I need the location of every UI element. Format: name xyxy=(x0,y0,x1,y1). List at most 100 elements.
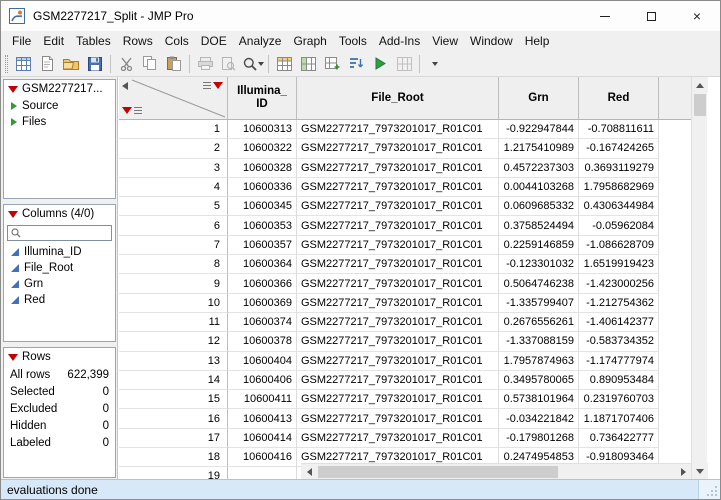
new-data-table-button[interactable] xyxy=(11,53,35,75)
rows-stat-excluded[interactable]: Excluded 0 xyxy=(4,400,115,417)
cell-illumina-id[interactable]: 10600366 xyxy=(228,274,297,293)
row-number-cell[interactable]: 13 xyxy=(119,352,228,371)
column-item-file-root[interactable]: File_Root xyxy=(4,260,115,276)
cell-illumina-id[interactable]: 10600378 xyxy=(228,332,297,351)
cell-illumina-id[interactable]: 10600364 xyxy=(228,255,297,274)
cell-illumina-id[interactable]: 10600313 xyxy=(228,120,297,139)
cell-file-root[interactable]: GSM2277217_7973201017_R01C01 xyxy=(297,236,499,255)
rows-stat-labeled[interactable]: Labeled 0 xyxy=(4,434,115,451)
cell-grn[interactable]: -0.034221842 xyxy=(499,409,579,428)
row-number-cell[interactable]: 11 xyxy=(119,313,228,332)
scroll-right-button[interactable] xyxy=(675,464,691,480)
cell-file-root[interactable]: GSM2277217_7973201017_R01C01 xyxy=(297,120,499,139)
cell-grn[interactable]: 1.7957874963 xyxy=(499,352,579,371)
cell-red[interactable]: 1.1871707406 xyxy=(579,409,659,428)
cell-illumina-id[interactable]: 10600406 xyxy=(228,371,297,390)
cell-file-root[interactable]: GSM2277217_7973201017_R01C01 xyxy=(297,216,499,235)
close-button[interactable]: × xyxy=(674,1,720,31)
cell-red[interactable]: 0.736422777 xyxy=(579,429,659,448)
column-item-grn[interactable]: Grn xyxy=(4,276,115,292)
save-button[interactable] xyxy=(83,53,107,75)
column-header-red[interactable]: Red xyxy=(579,77,659,119)
cell-grn[interactable]: 0.3758524494 xyxy=(499,216,579,235)
vertical-scrollbar[interactable] xyxy=(691,77,707,479)
cell-red[interactable]: -1.174777974 xyxy=(579,352,659,371)
summary-table-button[interactable] xyxy=(272,53,296,75)
columns-menu-button[interactable] xyxy=(203,82,223,89)
menu-cols[interactable]: Cols xyxy=(159,32,195,50)
rows-stat-hidden[interactable]: Hidden 0 xyxy=(4,417,115,434)
horizontal-scroll-thumb[interactable] xyxy=(318,466,558,478)
horizontal-scrollbar[interactable] xyxy=(301,463,691,479)
minimize-button[interactable] xyxy=(582,1,628,31)
row-number-cell[interactable]: 1 xyxy=(119,120,228,139)
cell-grn[interactable]: 0.5738101964 xyxy=(499,390,579,409)
menu-addins[interactable]: Add-Ins xyxy=(373,32,426,50)
copy-button[interactable] xyxy=(138,53,162,75)
join-table-button[interactable] xyxy=(320,53,344,75)
cell-illumina-id[interactable]: 10600416 xyxy=(228,448,297,467)
row-number-cell[interactable]: 16 xyxy=(119,409,228,428)
cell-red[interactable]: -0.583734352 xyxy=(579,332,659,351)
scroll-down-button[interactable] xyxy=(692,463,708,479)
cell-file-root[interactable]: GSM2277217_7973201017_R01C01 xyxy=(297,139,499,158)
row-number-cell[interactable]: 2 xyxy=(119,139,228,158)
cell-illumina-id[interactable]: 10600414 xyxy=(228,429,297,448)
cell-red[interactable]: 0.3693119279 xyxy=(579,159,659,178)
cell-file-root[interactable]: GSM2277217_7973201017_R01C01 xyxy=(297,332,499,351)
red-triangle-menu-icon[interactable] xyxy=(8,211,18,218)
cell-grn[interactable]: -0.123301032 xyxy=(499,255,579,274)
sort-button[interactable] xyxy=(344,53,368,75)
menu-tools[interactable]: Tools xyxy=(333,32,373,50)
script-icon[interactable] xyxy=(11,118,17,126)
cell-grn[interactable]: -1.335799407 xyxy=(499,294,579,313)
cell-file-root[interactable]: GSM2277217_7973201017_R01C01 xyxy=(297,313,499,332)
cell-grn[interactable]: 0.5064746238 xyxy=(499,274,579,293)
cell-file-root[interactable]: GSM2277217_7973201017_R01C01 xyxy=(297,274,499,293)
cell-file-root[interactable]: GSM2277217_7973201017_R01C01 xyxy=(297,371,499,390)
menu-analyze[interactable]: Analyze xyxy=(233,32,288,50)
cell-red[interactable]: 1.6519919423 xyxy=(579,255,659,274)
cell-red[interactable]: -1.406142377 xyxy=(579,313,659,332)
row-number-cell[interactable]: 5 xyxy=(119,197,228,216)
toolbar-grip[interactable] xyxy=(5,55,8,73)
row-number-cell[interactable]: 3 xyxy=(119,159,228,178)
resize-grip[interactable] xyxy=(698,480,720,499)
cell-grn[interactable]: 0.4572237303 xyxy=(499,159,579,178)
cell-grn[interactable]: 0.2676556261 xyxy=(499,313,579,332)
cell-illumina-id[interactable]: 10600411 xyxy=(228,390,297,409)
toolbar-overflow-button[interactable] xyxy=(423,53,447,75)
collapse-panel-icon[interactable] xyxy=(122,82,128,90)
columns-search-input[interactable] xyxy=(24,227,108,239)
new-journal-button[interactable] xyxy=(35,53,59,75)
cell-red[interactable]: 0.2319760703 xyxy=(579,390,659,409)
rows-stat-selected[interactable]: Selected 0 xyxy=(4,383,115,400)
cell-red[interactable]: -1.423000256 xyxy=(579,274,659,293)
cell-illumina-id[interactable]: 10600336 xyxy=(228,178,297,197)
cell-grn[interactable]: -1.337088159 xyxy=(499,332,579,351)
cell-illumina-id[interactable]: 10600374 xyxy=(228,313,297,332)
cell-illumina-id[interactable]: 10600369 xyxy=(228,294,297,313)
menu-file[interactable]: File xyxy=(6,32,37,50)
menu-rows[interactable]: Rows xyxy=(117,32,159,50)
menu-window[interactable]: Window xyxy=(464,32,519,50)
cell-grn[interactable]: 1.2175410989 xyxy=(499,139,579,158)
cell-file-root[interactable]: GSM2277217_7973201017_R01C01 xyxy=(297,255,499,274)
split-table-button[interactable] xyxy=(296,53,320,75)
cell-illumina-id[interactable]: 10600413 xyxy=(228,409,297,428)
cell-grn[interactable]: -0.179801268 xyxy=(499,429,579,448)
cell-red[interactable]: -1.086628709 xyxy=(579,236,659,255)
row-number-cell[interactable]: 7 xyxy=(119,236,228,255)
cell-red[interactable]: 0.4306344984 xyxy=(579,197,659,216)
cell-file-root[interactable]: GSM2277217_7973201017_R01C01 xyxy=(297,390,499,409)
red-triangle-menu-icon[interactable] xyxy=(8,86,18,93)
menu-tables[interactable]: Tables xyxy=(70,32,117,50)
table-script-source[interactable]: Source xyxy=(4,98,115,114)
tools-disabled-button[interactable] xyxy=(392,53,416,75)
menu-edit[interactable]: Edit xyxy=(37,32,70,50)
red-triangle-menu-icon[interactable] xyxy=(8,354,18,361)
row-number-cell[interactable]: 8 xyxy=(119,255,228,274)
column-header-illumina-id[interactable]: Illumina_ ID xyxy=(228,77,297,119)
row-number-cell[interactable]: 6 xyxy=(119,216,228,235)
row-number-cell[interactable]: 19 xyxy=(119,467,228,479)
